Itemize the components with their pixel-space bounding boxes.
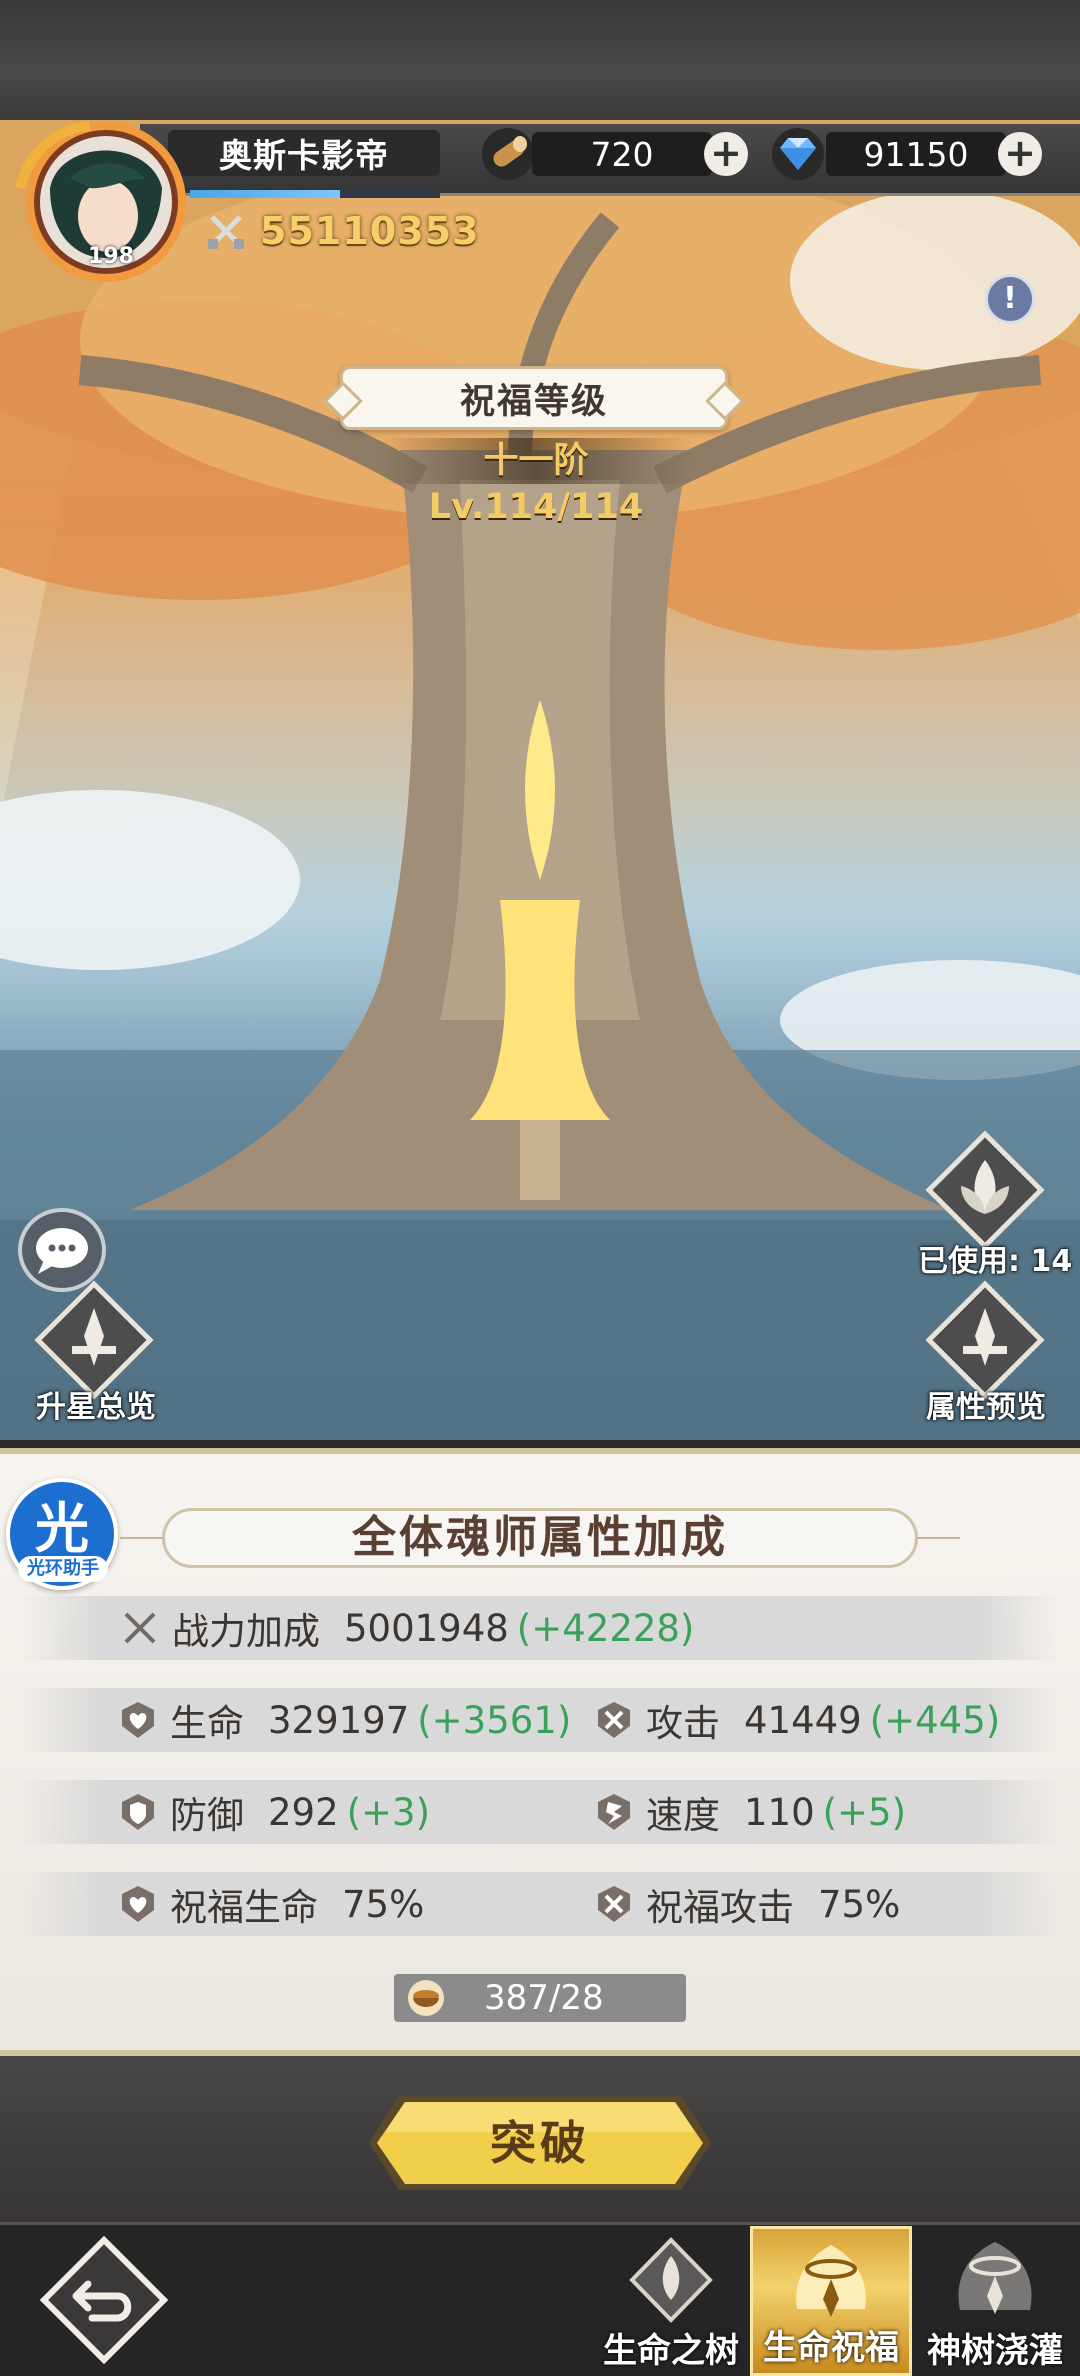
stat-bonus: (+445): [869, 1698, 1001, 1742]
stat-value: 75%: [818, 1882, 901, 1926]
stat-value: 329197: [268, 1698, 410, 1742]
sacred-tree-watering-icon: [958, 2242, 1032, 2314]
halo-helper-glyph: 光: [35, 1497, 89, 1560]
heart-shield-icon: [122, 1886, 154, 1922]
panel-title: 全体魂师属性加成: [162, 1508, 918, 1568]
lotus-usage-button[interactable]: [925, 1130, 1045, 1250]
stat-bonus: (+3): [346, 1790, 431, 1834]
info-button[interactable]: !: [985, 274, 1035, 324]
heart-shield-icon: [122, 1702, 154, 1738]
blessing-tier: 十一阶 Lv.114/114: [380, 438, 692, 527]
stat-speed: 速度 110 (+5): [594, 1780, 906, 1844]
stat-label: 祝福攻击: [646, 1886, 794, 1929]
crossed-swords-icon: [208, 215, 244, 249]
stat-value: 110: [744, 1790, 815, 1834]
star-overview-label: 升星总览: [36, 1390, 156, 1425]
stat-label: 速度: [646, 1794, 720, 1837]
crossed-swords-icon: [124, 1612, 156, 1644]
combat-bonus-increase: (+42228): [516, 1606, 695, 1650]
speed-shield-icon: [598, 1794, 630, 1830]
combat-power-value: 55110353: [260, 209, 480, 253]
top-strip: [0, 0, 1080, 120]
attribute-preview-label: 属性预览: [926, 1390, 1046, 1425]
exp-bar-fill: [190, 190, 340, 198]
shield-icon: [122, 1794, 154, 1830]
player-level: 198: [88, 244, 134, 269]
stat-attack: 攻击 41449 (+445): [594, 1688, 1000, 1752]
material-count: 387/28: [484, 1978, 604, 2018]
exp-bar: [190, 190, 440, 198]
diamond-icon: [772, 128, 824, 180]
stat-bonus: (+5): [822, 1790, 907, 1834]
chat-bubble-icon: [36, 1228, 88, 1274]
stat-value: 75%: [342, 1882, 425, 1926]
stat-label: 祝福生命: [170, 1886, 318, 1929]
blessing-level-title: 祝福等级: [340, 366, 728, 430]
player-name: 奥斯卡影帝: [168, 130, 440, 176]
add-diamond-button[interactable]: +: [998, 132, 1042, 176]
swords-shield-icon: [598, 1886, 630, 1922]
add-wood-button[interactable]: +: [704, 132, 748, 176]
stat-defense: 防御 292 (+3): [118, 1780, 430, 1844]
wood-log-icon: [482, 128, 534, 180]
back-button[interactable]: [40, 2236, 168, 2364]
stat-label: 攻击: [646, 1702, 720, 1745]
breakthrough-button[interactable]: 突破: [365, 2092, 715, 2194]
combat-bonus-value: 5001948: [344, 1606, 509, 1650]
material-bowl-icon: [408, 1980, 444, 2016]
tab-label: 生命祝福: [763, 2328, 899, 2368]
combat-bonus-label: 战力加成: [172, 1610, 320, 1653]
stat-blessing-attack: 祝福攻击 75%: [594, 1872, 900, 1936]
tab-label: 生命之树: [603, 2331, 739, 2371]
stat-value: 41449: [744, 1698, 862, 1742]
halo-helper-label: 光环助手: [18, 1556, 108, 1582]
tab-life-blessing[interactable]: 生命祝福: [750, 2226, 912, 2376]
stat-bonus: (+3561): [417, 1698, 572, 1742]
stat-blessing-hp: 祝福生命 75%: [118, 1872, 424, 1936]
tab-sacred-tree-watering[interactable]: 神树浇灌: [914, 2226, 1076, 2376]
stat-label: 防御: [170, 1794, 244, 1837]
tree-of-life-icon: [629, 2237, 713, 2323]
combat-power: 55110353: [206, 206, 480, 256]
stat-label: 生命: [170, 1702, 244, 1745]
diamond-count: 91150: [826, 132, 1006, 176]
stat-hp: 生命 329197 (+3561): [118, 1688, 571, 1752]
swords-shield-icon: [598, 1702, 630, 1738]
used-count-label: 已使用: 14: [918, 1244, 1073, 1279]
combat-bonus-stat: 战力加成 5001948 (+42228): [120, 1596, 694, 1660]
stat-value: 292: [268, 1790, 339, 1834]
material-counter: 387/28: [394, 1974, 686, 2022]
tab-label: 神树浇灌: [927, 2331, 1063, 2371]
tab-tree-of-life[interactable]: 生命之树: [590, 2226, 752, 2376]
wood-count: 720: [532, 132, 712, 176]
